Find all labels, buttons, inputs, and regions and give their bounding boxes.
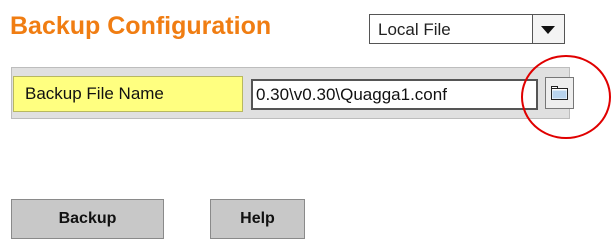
backup-type-value: Local File: [378, 20, 451, 39]
help-button[interactable]: Help: [210, 199, 305, 239]
backup-type-select[interactable]: Local File: [369, 14, 565, 44]
highlight-circle-annotation: [521, 55, 611, 139]
backup-button[interactable]: Backup: [11, 199, 164, 239]
backup-file-name-label: Backup File Name: [13, 76, 243, 112]
chevron-down-icon[interactable]: [532, 15, 564, 43]
backup-file-name-field[interactable]: 0.30\v0.30\Quagga1.conf: [251, 79, 538, 110]
page-title: Backup Configuration: [10, 12, 272, 40]
